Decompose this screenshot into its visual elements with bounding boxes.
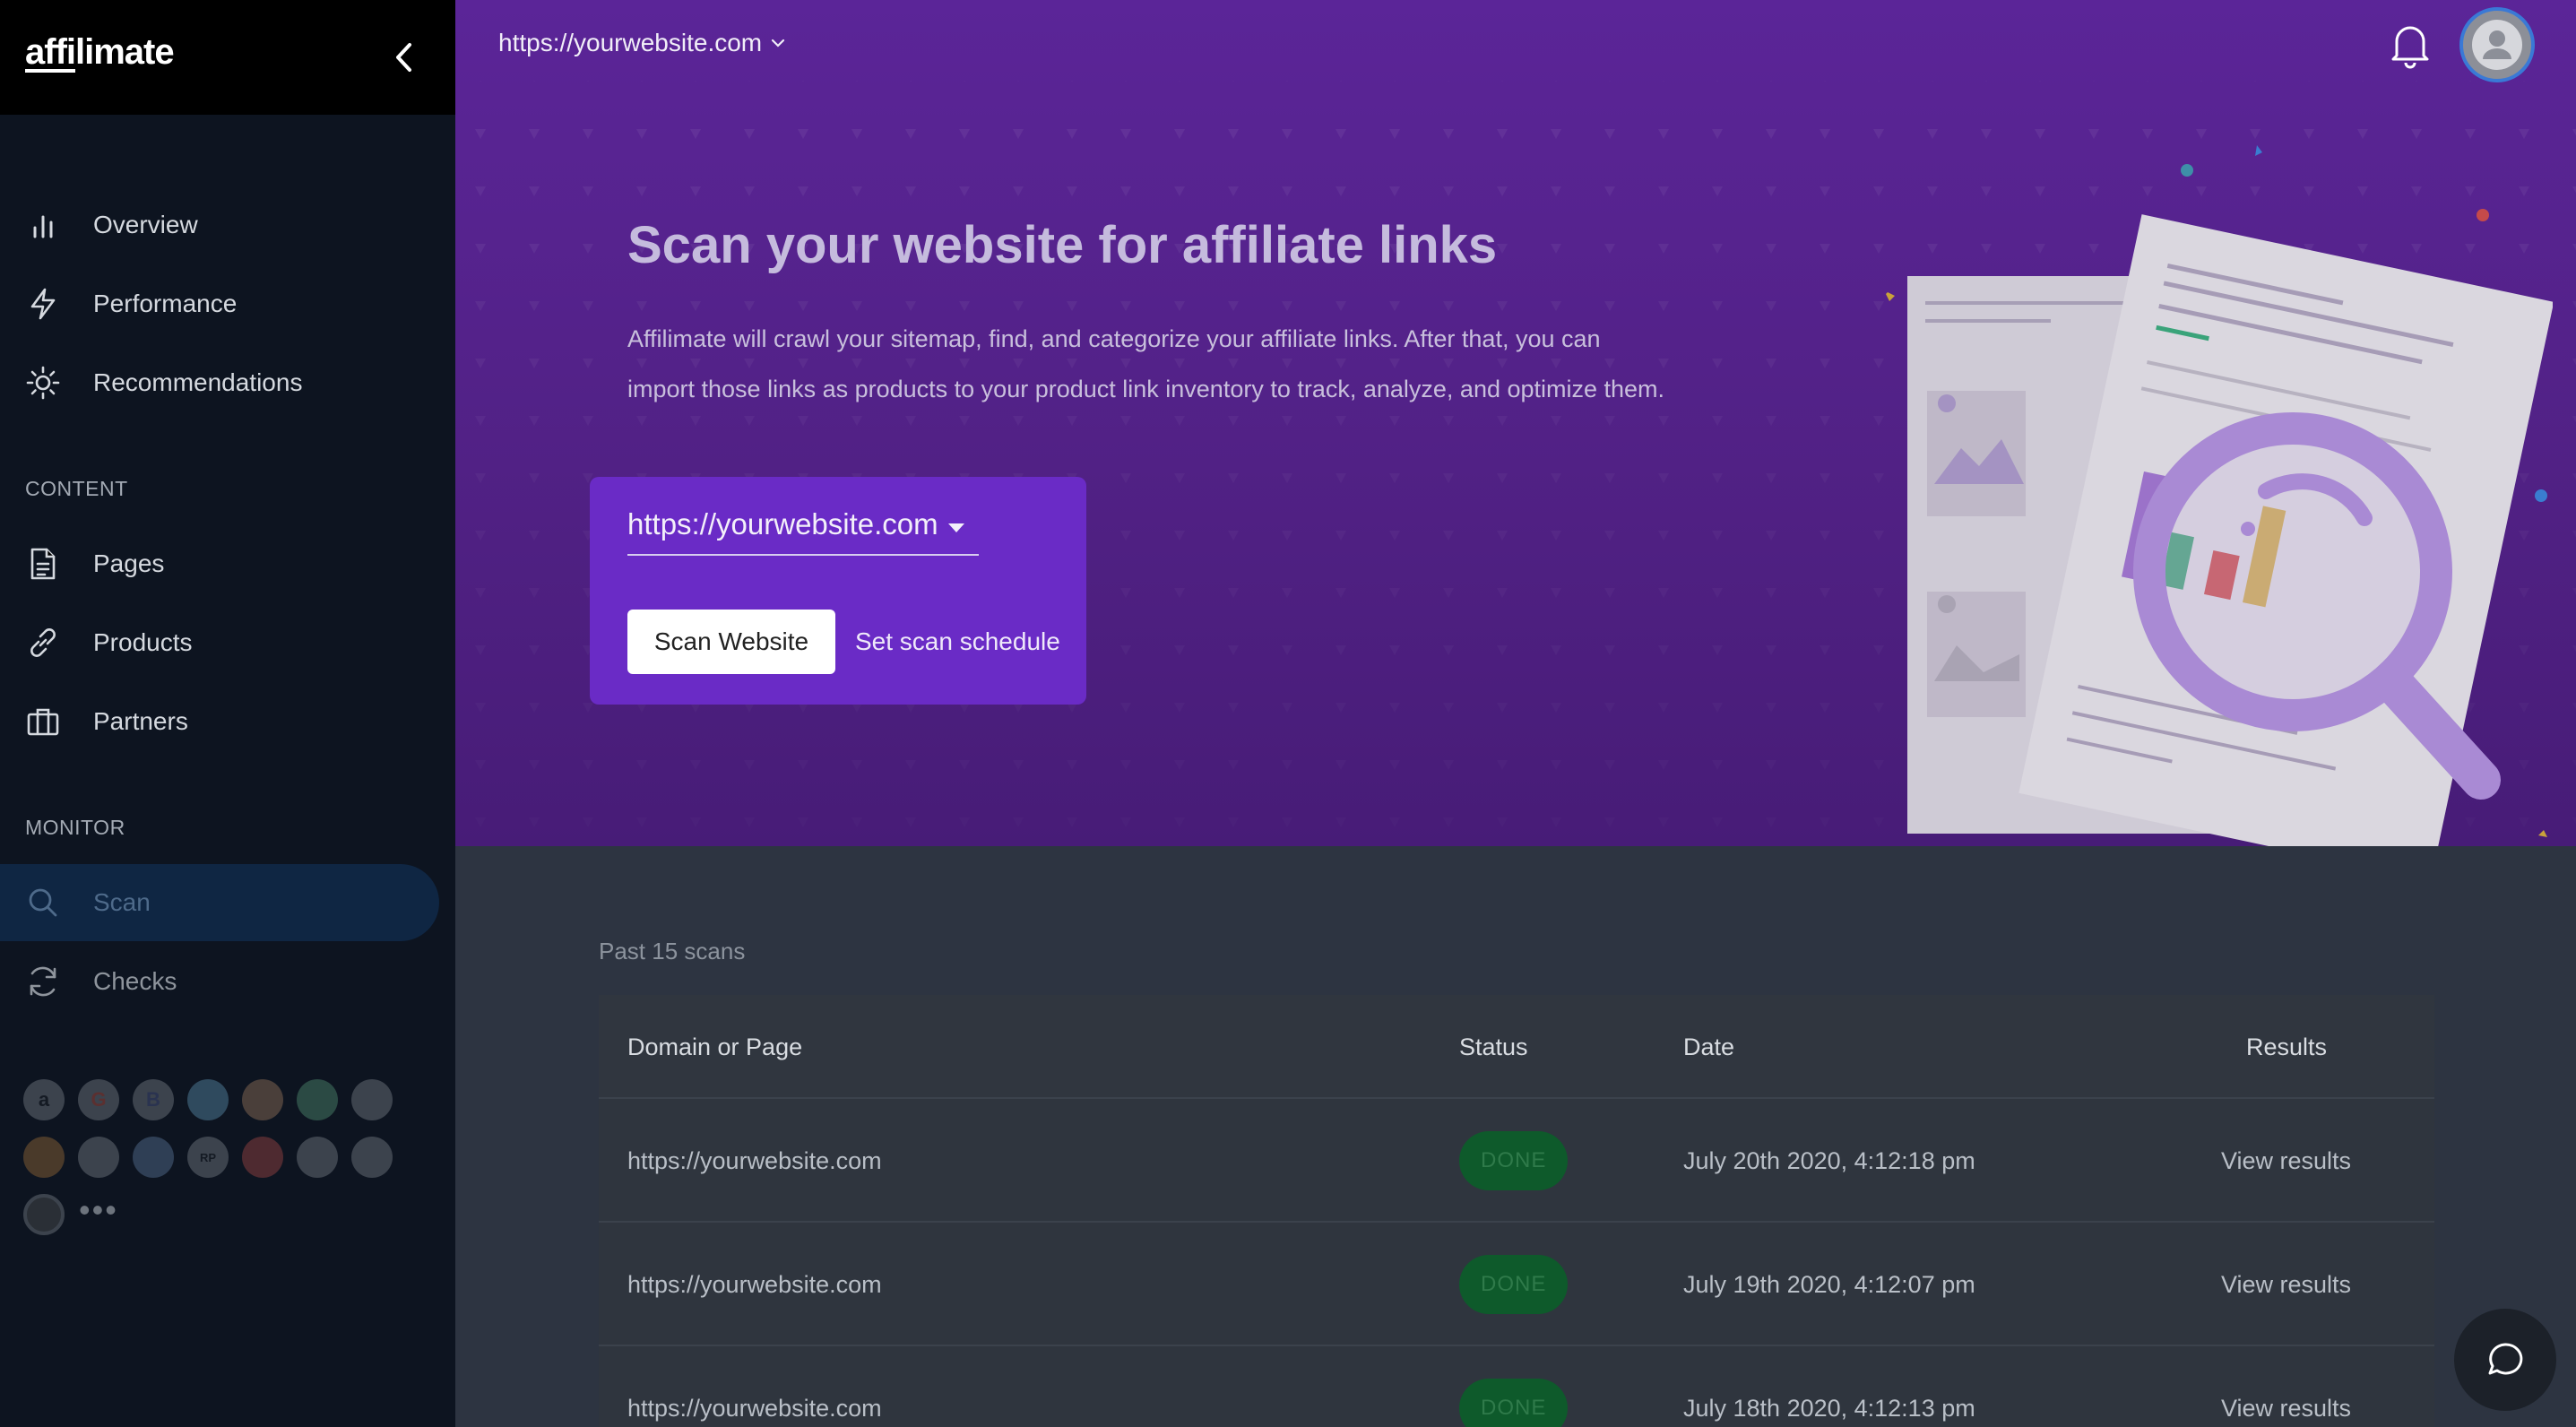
scan-website-button[interactable]: Scan Website xyxy=(627,610,835,674)
sun-icon xyxy=(25,365,61,401)
collapse-sidebar-button[interactable] xyxy=(385,36,421,79)
row-domain: https://yourwebsite.com xyxy=(627,1146,882,1174)
table-row: https://yourwebsite.com DONE July 20th 2… xyxy=(599,1099,2434,1223)
set-scan-schedule-button[interactable]: Set scan schedule xyxy=(855,610,1060,674)
caret-down-icon xyxy=(948,523,964,532)
link-icon xyxy=(25,625,61,661)
amazon-partner-icon[interactable]: a xyxy=(23,1079,65,1120)
row-domain: https://yourwebsite.com xyxy=(627,1394,882,1422)
rp-partner-icon[interactable]: RP xyxy=(187,1137,229,1178)
hero-section: https://yourwebsite.com Scan your websit… xyxy=(455,0,2576,846)
refresh-icon xyxy=(25,964,61,999)
chat-button[interactable] xyxy=(2454,1309,2556,1411)
sidebar-item-label: Products xyxy=(93,628,193,656)
row-date: July 20th 2020, 4:12:18 pm xyxy=(1683,1146,1975,1174)
sidebar-item-scan[interactable]: Scan xyxy=(0,864,439,941)
status-badge: DONE xyxy=(1459,1131,1569,1190)
chat-bubble-icon xyxy=(2488,1343,2523,1375)
lightning-icon xyxy=(25,286,61,322)
shield-partner-icon[interactable] xyxy=(242,1137,283,1178)
sidebar-item-performance[interactable]: Performance xyxy=(0,265,439,342)
sidebar: affilimate Overview Performance Recommen… xyxy=(0,0,455,1427)
network-partner-icon[interactable] xyxy=(23,1137,65,1178)
row-date: July 18th 2020, 4:12:13 pm xyxy=(1683,1394,1975,1422)
pin-partner-icon[interactable] xyxy=(242,1079,283,1120)
view-results-link[interactable]: View results xyxy=(2221,1099,2351,1223)
sidebar-header: affilimate xyxy=(0,0,455,115)
column-header-status[interactable]: Status xyxy=(1459,995,1528,1099)
bell-icon[interactable] xyxy=(2388,20,2433,70)
sidebar-item-partners[interactable]: Partners xyxy=(0,683,439,760)
briefcase-icon xyxy=(25,704,61,739)
status-badge: DONE xyxy=(1459,1379,1569,1427)
site-switcher[interactable]: https://yourwebsite.com xyxy=(498,29,785,57)
scan-panel: https://yourwebsite.com Scan Website Set… xyxy=(590,477,1086,705)
sidebar-item-overview[interactable]: Overview xyxy=(0,186,439,264)
sidebar-item-label: Pages xyxy=(93,549,165,577)
booking-partner-icon[interactable]: B xyxy=(133,1079,174,1120)
circle-partner-icon[interactable] xyxy=(23,1194,65,1235)
app-logo[interactable]: affilimate xyxy=(25,32,175,73)
view-results-link[interactable]: View results xyxy=(2221,1223,2351,1346)
table-header: Domain or Page Status Date Results xyxy=(599,995,2434,1099)
page-title: Scan your website for affiliate links xyxy=(627,216,1498,274)
sidebar-item-label: Checks xyxy=(93,967,177,995)
google-partner-icon[interactable]: G xyxy=(78,1079,119,1120)
column-header-results[interactable]: Results xyxy=(2246,995,2327,1099)
more-partners-icon[interactable]: ••• xyxy=(79,1194,118,1226)
sidebar-item-recommendations[interactable]: Recommendations xyxy=(0,344,439,421)
document-icon xyxy=(25,546,61,582)
sidebar-item-products[interactable]: Products xyxy=(0,604,439,681)
website-select[interactable]: https://yourwebsite.com xyxy=(627,495,979,556)
sidebar-item-label: Scan xyxy=(93,888,151,916)
skimlinks-partner-icon[interactable] xyxy=(297,1079,338,1120)
row-domain: https://yourwebsite.com xyxy=(627,1270,882,1298)
chevron-left-icon xyxy=(396,43,411,72)
user-icon xyxy=(2472,20,2522,70)
sidebar-item-pages[interactable]: Pages xyxy=(0,525,439,602)
scans-table: Domain or Page Status Date Results https… xyxy=(599,995,2434,1427)
column-header-domain[interactable]: Domain or Page xyxy=(627,995,802,1099)
main-content: https://yourwebsite.com Scan your websit… xyxy=(455,0,2576,1427)
bag-partner-icon[interactable] xyxy=(297,1137,338,1178)
flexoffers-partner-icon[interactable] xyxy=(78,1137,119,1178)
bar-chart-icon xyxy=(25,207,61,243)
monitor-section-label: MONITOR xyxy=(25,816,125,839)
sidebar-item-checks[interactable]: Checks xyxy=(0,943,439,1020)
search-icon xyxy=(25,885,61,921)
past-scans-label: Past 15 scans xyxy=(599,938,746,964)
loop-partner-icon[interactable] xyxy=(351,1137,393,1178)
user-avatar[interactable] xyxy=(2459,7,2535,82)
page-description: Affilimate will crawl your sitemap, find… xyxy=(627,325,1665,402)
row-date: July 19th 2020, 4:12:07 pm xyxy=(1683,1270,1975,1298)
sidebar-item-label: Overview xyxy=(93,211,198,238)
content-section-label: CONTENT xyxy=(25,477,128,500)
view-results-link[interactable]: View results xyxy=(2221,1346,2351,1427)
column-header-date[interactable]: Date xyxy=(1683,995,1734,1099)
sidebar-item-label: Performance xyxy=(93,290,238,317)
paypal-partner-icon[interactable] xyxy=(133,1137,174,1178)
document-magnifier-illustration xyxy=(1886,145,2553,846)
table-row: https://yourwebsite.com DONE July 19th 2… xyxy=(599,1223,2434,1346)
sidebar-item-label: Recommendations xyxy=(93,368,303,396)
refersion-partner-icon[interactable] xyxy=(351,1079,393,1120)
table-row: https://yourwebsite.com DONE July 18th 2… xyxy=(599,1346,2434,1427)
shareasale-partner-icon[interactable] xyxy=(187,1079,229,1120)
sidebar-item-label: Partners xyxy=(93,707,188,735)
chevron-down-icon xyxy=(772,39,785,48)
status-badge: DONE xyxy=(1459,1255,1569,1314)
